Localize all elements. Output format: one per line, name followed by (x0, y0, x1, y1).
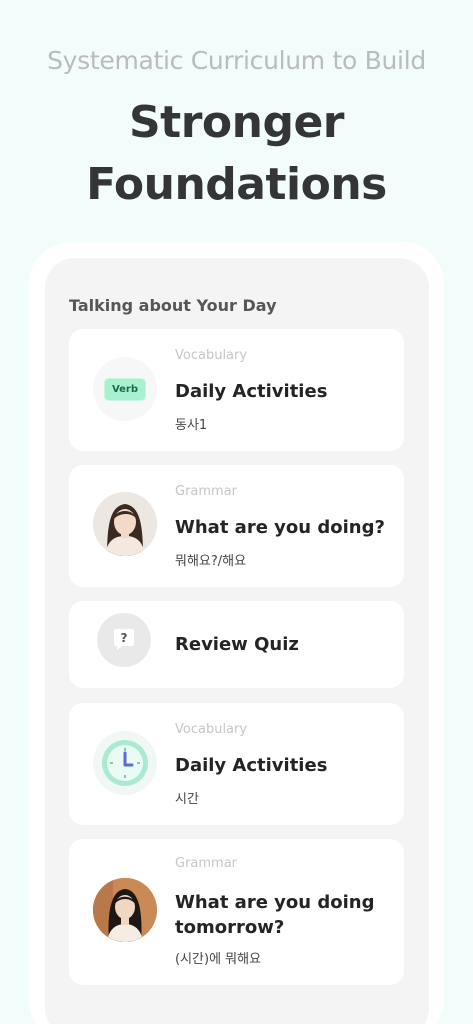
headline-title-line-2: Foundations (86, 159, 387, 210)
headline-title-line-1: Stronger (128, 97, 345, 148)
lesson-subtitle: (시간)에 뭐해요 (175, 952, 262, 967)
lesson-category: Grammar (175, 484, 238, 499)
verb-badge-icon: Verb (93, 357, 157, 421)
tutor-avatar (93, 878, 157, 942)
lesson-title: What are you doing? (175, 517, 385, 538)
lesson-card-vocabulary-time[interactable]: Vocabulary Daily Activities 시간 (69, 703, 404, 825)
lesson-title: Daily Activities (175, 381, 328, 402)
lesson-card-vocabulary-activities[interactable]: Verb Vocabulary Daily Activities 동사1 (69, 329, 404, 451)
lesson-subtitle: 뭐해요?/해요 (175, 554, 247, 569)
lesson-subtitle: 시간 (175, 792, 199, 807)
headline-title: Stronger Foundations (0, 92, 473, 216)
lesson-card-grammar-doing[interactable]: Grammar What are you doing? 뭐해요?/해요 (69, 465, 404, 587)
headline-subtitle: Systematic Curriculum to Build (47, 46, 426, 75)
tutor-avatar-image (93, 878, 157, 942)
question-bubble-icon: ? (97, 613, 151, 667)
lesson-subtitle: 동사1 (175, 418, 208, 433)
clock-icon (93, 731, 157, 795)
clock-glyph (102, 740, 148, 786)
lesson-title: Daily Activities (175, 755, 328, 776)
svg-text:?: ? (121, 631, 128, 645)
lesson-card-review-quiz[interactable]: ? Review Quiz (69, 601, 404, 688)
lesson-category: Grammar (175, 856, 238, 871)
verb-badge: Verb (103, 377, 147, 401)
lesson-category: Vocabulary (175, 348, 248, 363)
tutor-avatar (93, 492, 157, 556)
lesson-title: What are you doing tomorrow? (175, 892, 375, 938)
question-bubble-glyph: ? (114, 629, 134, 650)
lesson-card-grammar-tomorrow[interactable]: Grammar What are you doing tomorrow? (시간… (69, 839, 404, 985)
lesson-category: Vocabulary (175, 722, 248, 737)
section-title: Talking about Your Day (69, 296, 277, 315)
tutor-avatar-image (93, 492, 157, 556)
lesson-title: Review Quiz (175, 634, 299, 655)
